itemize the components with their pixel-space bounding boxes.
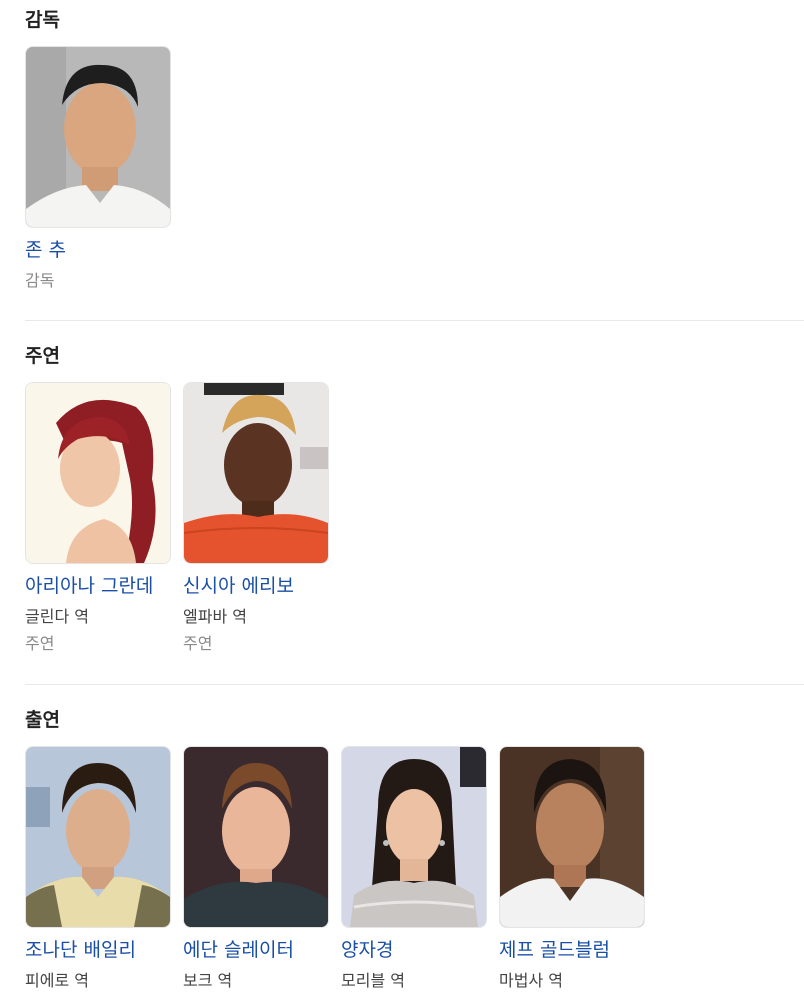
person-name[interactable]: 양자경 [341, 938, 393, 962]
person-photo-image [500, 747, 644, 927]
person-photo-image [184, 383, 328, 563]
section-divider [25, 684, 804, 685]
section-supporting-cast: 출연 조나단 배일리 피에로 역 에단 슬레이터 보크 역 양자경 모리블 역 … [25, 708, 804, 1008]
person-photo-image [26, 747, 170, 927]
person-name[interactable]: 존 추 [25, 238, 66, 262]
person-name[interactable]: 신시아 에리보 [183, 574, 294, 598]
person-photo[interactable] [183, 746, 329, 928]
person-role: 마법사 역 [499, 971, 563, 990]
person-photo-image [184, 747, 328, 927]
person-role: 글린다 역 [25, 607, 89, 626]
person-category: 감독 [25, 271, 55, 290]
person-photo-image [26, 47, 170, 227]
section-title: 출연 [25, 709, 60, 731]
person-photo[interactable] [25, 46, 171, 228]
person-role: 모리블 역 [341, 971, 405, 990]
section-title: 감독 [25, 9, 60, 31]
person-photo-image [26, 383, 170, 563]
person-role: 엘파바 역 [183, 607, 247, 626]
section-title: 주연 [25, 345, 60, 367]
section-divider [25, 320, 804, 321]
person-photo-image [342, 747, 486, 927]
person-category: 주연 [25, 634, 55, 653]
person-role: 보크 역 [183, 971, 233, 990]
person-name[interactable]: 제프 골드블럼 [499, 938, 610, 962]
person-name[interactable]: 아리아나 그란데 [25, 574, 153, 598]
person-name[interactable]: 조나단 배일리 [25, 938, 136, 962]
person-photo[interactable] [25, 746, 171, 928]
person-photo[interactable] [25, 382, 171, 564]
person-role: 피에로 역 [25, 971, 89, 990]
person-photo[interactable] [341, 746, 487, 928]
person-photo[interactable] [183, 382, 329, 564]
section-director: 감독 존 추 감독 [25, 8, 804, 298]
person-name[interactable]: 에단 슬레이터 [183, 938, 294, 962]
section-lead-cast: 주연 아리아나 그란데 글린다 역 주연 신시아 에리보 엘파바 역 주연 [25, 344, 804, 664]
person-category: 주연 [183, 634, 213, 653]
person-photo[interactable] [499, 746, 645, 928]
